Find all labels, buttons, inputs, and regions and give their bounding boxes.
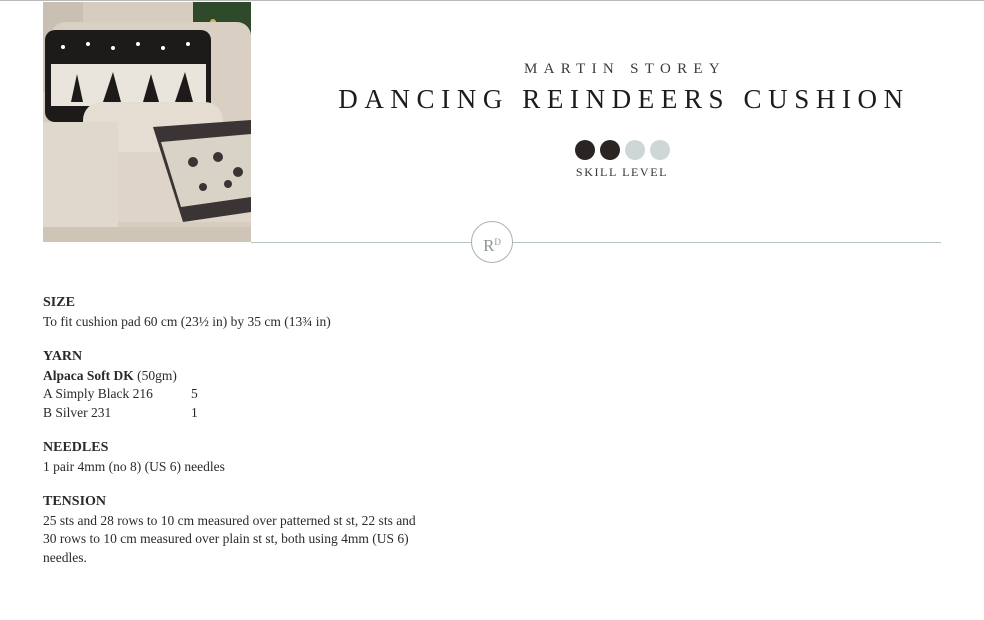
- pattern-details: SIZE To fit cushion pad 60 cm (23½ in) b…: [43, 294, 463, 584]
- skill-dot-filled: [574, 140, 595, 160]
- tension-line: needles.: [43, 549, 87, 565]
- pattern-title: DANCING REINDEERS CUSHION: [338, 84, 910, 114]
- size-heading: SIZE: [43, 295, 75, 310]
- logo-letter: R: [483, 236, 495, 255]
- needles-text: 1 pair 4mm (no 8) (US 6) needles: [43, 458, 225, 474]
- skill-level-label: SKILL LEVEL: [575, 165, 669, 179]
- brand-logo: RD: [471, 221, 513, 263]
- top-rule: [0, 0, 984, 1]
- yarn-color-name: B Silver 231: [43, 404, 112, 420]
- tension-line: 30 rows to 10 cm measured over plain st …: [43, 531, 409, 546]
- needles-section: NEEDLES 1 pair 4mm (no 8) (US 6) needles: [43, 439, 463, 476]
- logo-superscript: D: [494, 237, 501, 247]
- size-text: To fit cushion pad 60 cm (23½ in) by 35 …: [43, 313, 331, 329]
- yarn-color-qty: 5: [191, 386, 198, 401]
- yarn-color-row: A Simply Black 216 5: [43, 385, 463, 404]
- skill-level: SKILL LEVEL: [566, 140, 678, 180]
- tension-line: 25 sts and 28 rows to 10 cm measured ove…: [43, 512, 416, 528]
- skill-dot-empty: [624, 140, 645, 160]
- pattern-author: MARTIN STOREY: [524, 61, 726, 77]
- cushion-photo: [43, 2, 251, 242]
- size-section: SIZE To fit cushion pad 60 cm (23½ in) b…: [43, 294, 463, 331]
- yarn-section: YARN Alpaca Soft DK (50gm) A Simply Blac…: [43, 348, 463, 422]
- divider-right: [513, 242, 941, 243]
- yarn-product-line: Alpaca Soft DK (50gm): [43, 367, 463, 386]
- tension-heading: TENSION: [43, 494, 107, 509]
- skill-level-dots: [566, 140, 678, 160]
- yarn-color-name: A Simply Black 216: [43, 386, 153, 401]
- needles-heading: NEEDLES: [43, 440, 109, 455]
- cushion-photo-illustration: [43, 2, 251, 242]
- divider-left: [251, 242, 471, 243]
- yarn-color-qty: 1: [191, 404, 198, 420]
- yarn-product: Alpaca Soft DK: [43, 367, 134, 383]
- tension-section: TENSION 25 sts and 28 rows to 10 cm meas…: [43, 493, 463, 567]
- yarn-heading: YARN: [43, 349, 83, 364]
- skill-dot-empty: [649, 140, 670, 160]
- skill-dot-filled: [599, 140, 620, 160]
- yarn-weight: (50gm): [137, 367, 177, 383]
- yarn-color-row: B Silver 231 1: [43, 404, 463, 423]
